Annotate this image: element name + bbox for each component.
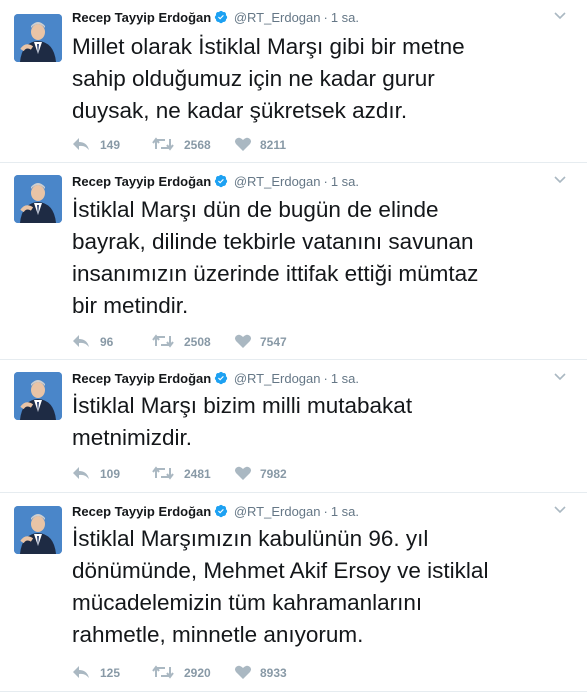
reply-count: 149 <box>100 138 121 152</box>
user-name[interactable]: Recep Tayyip Erdoğan <box>72 371 211 386</box>
tweet-header: Recep Tayyip Erdoğan @RT_Erdogan · 1 sa. <box>72 369 577 389</box>
avatar-photo-icon <box>14 372 62 420</box>
verified-badge-icon <box>215 174 228 188</box>
user-name[interactable]: Recep Tayyip Erdoğan <box>72 174 211 189</box>
chevron-down-icon[interactable] <box>553 8 567 22</box>
reply-count: 109 <box>100 467 121 481</box>
user-handle[interactable]: @RT_Erdogan <box>234 174 321 189</box>
tweet-text: İstiklal Marşı dün de bugün de elinde ba… <box>72 197 479 318</box>
tweet[interactable]: Recep Tayyip Erdoğan @RT_Erdogan · 1 sa. İ… <box>0 360 587 493</box>
retweet-icon <box>152 665 174 679</box>
avatar[interactable] <box>14 506 62 554</box>
heart-icon <box>235 665 251 679</box>
tweet-header: Recep Tayyip Erdoğan @RT_Erdogan · 1 sa. <box>72 502 577 522</box>
verified-badge-icon <box>215 504 228 518</box>
user-handle[interactable]: @RT_Erdogan <box>234 10 321 25</box>
avatar-photo-icon <box>14 14 62 62</box>
tweet-header: Recep Tayyip Erdoğan @RT_Erdogan · 1 sa. <box>72 172 577 192</box>
tweet-text: Millet olarak İstiklal Marşı gibi bir me… <box>72 34 465 123</box>
separator-dot: · <box>323 504 328 519</box>
like-count: 7982 <box>260 467 287 481</box>
avatar-photo-icon <box>14 506 62 554</box>
retweet-icon <box>152 137 174 151</box>
retweet-count: 2508 <box>184 335 211 349</box>
user-name[interactable]: Recep Tayyip Erdoğan <box>72 10 211 25</box>
user-handle[interactable]: @RT_Erdogan <box>234 371 321 386</box>
avatar[interactable] <box>14 372 62 420</box>
separator-dot: · <box>323 174 328 189</box>
reply-count: 96 <box>100 335 114 349</box>
timestamp[interactable]: 1 sa. <box>331 174 359 189</box>
verified-badge-icon <box>215 10 228 24</box>
like-count: 8211 <box>260 138 287 152</box>
retweet-icon <box>152 334 174 348</box>
tweet-header: Recep Tayyip Erdoğan @RT_Erdogan · 1 sa. <box>72 8 577 28</box>
like-count: 7547 <box>260 335 287 349</box>
reply-icon <box>73 138 89 150</box>
chevron-down-icon[interactable] <box>553 369 567 383</box>
avatar-photo-icon <box>14 175 62 223</box>
tweet[interactable]: Recep Tayyip Erdoğan @RT_Erdogan · 1 sa. İ… <box>0 163 587 360</box>
user-name[interactable]: Recep Tayyip Erdoğan <box>72 504 211 519</box>
verified-badge-icon <box>215 371 228 385</box>
tweet[interactable]: Recep Tayyip Erdoğan @RT_Erdogan · 1 sa. M… <box>0 0 587 163</box>
user-handle[interactable]: @RT_Erdogan <box>234 504 321 519</box>
chevron-down-icon[interactable] <box>553 502 567 516</box>
retweet-count: 2920 <box>184 666 211 680</box>
like-count: 8933 <box>260 666 287 680</box>
retweet-count: 2568 <box>184 138 211 152</box>
avatar[interactable] <box>14 175 62 223</box>
chevron-down-icon[interactable] <box>553 172 567 186</box>
retweet-count: 2481 <box>184 467 211 481</box>
timestamp[interactable]: 1 sa. <box>331 504 359 519</box>
reply-icon <box>73 666 89 678</box>
heart-icon <box>235 466 251 480</box>
tweet-feed: Recep Tayyip Erdoğan @RT_Erdogan · 1 sa. M… <box>0 0 587 692</box>
separator-dot: · <box>323 371 328 386</box>
retweet-icon <box>152 466 174 480</box>
timestamp[interactable]: 1 sa. <box>331 371 359 386</box>
heart-icon <box>235 137 251 151</box>
reply-icon <box>73 467 89 479</box>
avatar[interactable] <box>14 14 62 62</box>
tweet-text: İstiklal Marşı bizim milli mutabakat met… <box>72 393 413 450</box>
heart-icon <box>235 334 251 348</box>
tweet-text: İstiklal Marşımızın kabulünün 96. yıl dö… <box>72 526 489 647</box>
reply-count: 125 <box>100 666 121 680</box>
separator-dot: · <box>323 10 328 25</box>
timestamp[interactable]: 1 sa. <box>331 10 359 25</box>
reply-icon <box>73 335 89 347</box>
tweet[interactable]: Recep Tayyip Erdoğan @RT_Erdogan · 1 sa. İ… <box>0 493 587 692</box>
